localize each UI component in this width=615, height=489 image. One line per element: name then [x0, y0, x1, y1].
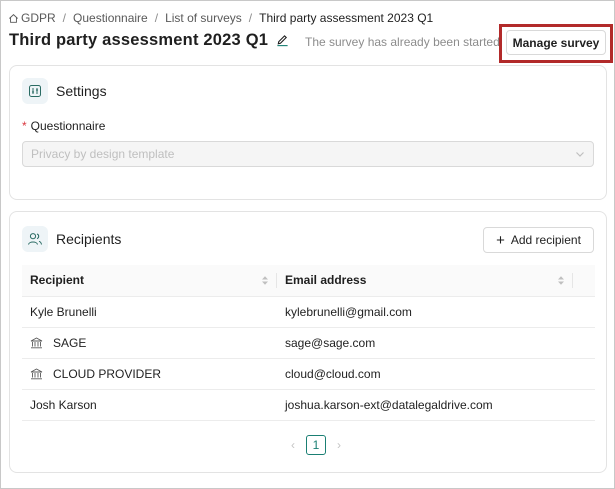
survey-started-note: The survey has already been started: [305, 35, 515, 49]
table-row[interactable]: Kyle Brunelli kylebrunelli@gmail.com: [22, 296, 595, 328]
recipient-email-cell: joshua.karson-ext@datalegaldrive.com: [277, 389, 573, 421]
settings-heading: Settings: [22, 78, 107, 104]
row-actions-cell: [573, 389, 595, 421]
breadcrumb-separator: /: [248, 11, 253, 25]
pagination-prev-icon[interactable]: ‹: [286, 438, 300, 452]
pagination-page-current[interactable]: 1: [306, 435, 326, 455]
page-title-text: Third party assessment 2023 Q1: [9, 31, 269, 49]
pagination-next-icon[interactable]: ›: [332, 438, 346, 452]
plus-icon: +: [496, 231, 505, 249]
recipients-heading: Recipients: [22, 226, 121, 252]
recipients-card: Recipients + Add recipient Recipient Ema…: [9, 211, 607, 473]
row-actions-cell: [573, 358, 595, 390]
table-row[interactable]: Josh Karson joshua.karson-ext@datalegald…: [22, 389, 595, 421]
row-actions-cell: [573, 296, 595, 328]
breadcrumb-item-current: Third party assessment 2023 Q1: [259, 11, 434, 25]
breadcrumb-item-gdpr[interactable]: GDPR: [8, 11, 56, 25]
recipient-name-text: SAGE: [53, 335, 87, 350]
column-header-email[interactable]: Email address: [277, 265, 573, 297]
breadcrumb-separator: /: [154, 11, 159, 25]
questionnaire-select-value: Privacy by design template: [31, 147, 175, 161]
table-row[interactable]: SAGE sage@sage.com: [22, 327, 595, 359]
column-header-recipient[interactable]: Recipient: [22, 265, 277, 297]
row-actions-cell: [573, 327, 595, 359]
sort-icon[interactable]: [261, 275, 269, 286]
edit-icon[interactable]: [276, 34, 289, 47]
required-mark: *: [22, 119, 27, 133]
manage-survey-button[interactable]: Manage survey: [506, 30, 606, 55]
page-title: Third party assessment 2023 Q1: [9, 31, 289, 50]
bank-icon: [30, 367, 43, 380]
chevron-down-icon: [575, 149, 585, 159]
questionnaire-label: * Questionnaire: [22, 119, 105, 133]
breadcrumb-separator: /: [62, 11, 67, 25]
settings-card: Settings * Questionnaire Privacy by desig…: [9, 65, 607, 200]
recipient-name-cell: Josh Karson: [22, 389, 277, 421]
recipient-name-text: CLOUD PROVIDER: [53, 366, 162, 381]
breadcrumb-item-list-of-surveys[interactable]: List of surveys: [165, 11, 242, 25]
users-icon: [22, 226, 48, 252]
column-header-label: Recipient: [30, 273, 85, 288]
table-header-row: Recipient Email address: [22, 265, 595, 297]
pagination: ‹ 1 ›: [286, 435, 346, 455]
add-recipient-button[interactable]: + Add recipient: [483, 227, 594, 253]
recipient-email-cell: kylebrunelli@gmail.com: [277, 296, 573, 328]
survey-started-text: The survey has already been started: [305, 35, 500, 49]
recipient-email-cell: sage@sage.com: [277, 327, 573, 359]
recipient-email-cell: cloud@cloud.com: [277, 358, 573, 390]
breadcrumb-label: GDPR: [21, 11, 56, 25]
recipient-name-cell: CLOUD PROVIDER: [22, 358, 277, 390]
home-icon: [8, 13, 19, 24]
bank-icon: [30, 336, 43, 349]
settings-title: Settings: [56, 83, 107, 99]
breadcrumb-item-questionnaire[interactable]: Questionnaire: [73, 11, 148, 25]
column-header-actions: [573, 265, 595, 297]
table-row[interactable]: CLOUD PROVIDER cloud@cloud.com: [22, 358, 595, 390]
recipient-name-cell: SAGE: [22, 327, 277, 359]
questionnaire-select[interactable]: Privacy by design template: [22, 141, 594, 167]
questionnaire-label-text: Questionnaire: [30, 119, 106, 133]
recipients-table: Recipient Email address Kyle Brunelli ky…: [22, 265, 595, 421]
add-recipient-label: Add recipient: [510, 233, 581, 247]
breadcrumb: GDPR / Questionnaire / List of surveys /…: [8, 10, 433, 26]
settings-sliders-icon: [22, 78, 48, 104]
sort-icon[interactable]: [557, 275, 565, 286]
recipient-name-cell: Kyle Brunelli: [22, 296, 277, 328]
recipients-title: Recipients: [56, 231, 122, 247]
column-header-label: Email address: [285, 273, 367, 288]
